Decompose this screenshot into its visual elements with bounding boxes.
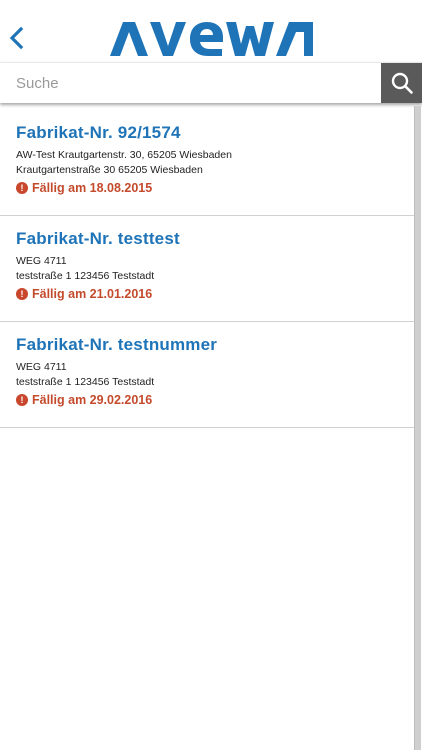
- item-due-text: Fällig am 18.08.2015: [32, 181, 153, 195]
- alert-icon: !: [16, 394, 28, 406]
- list-item[interactable]: Fabrikat-Nr. testnummer WEG 4711 teststr…: [0, 322, 414, 428]
- chevron-left-icon: [9, 26, 24, 50]
- item-due-text: Fällig am 21.01.2016: [32, 287, 153, 301]
- item-address-line-2: teststraße 1 123456 Teststadt: [16, 376, 155, 388]
- item-address-line-1: WEG 4711: [16, 361, 67, 373]
- item-address-line-1: WEG 4711: [16, 255, 67, 267]
- search-button[interactable]: [381, 63, 422, 103]
- item-title: Fabrikat-Nr. 92/1574: [16, 123, 181, 142]
- list-item[interactable]: Fabrikat-Nr. testtest WEG 4711 teststraß…: [0, 216, 414, 322]
- search-input[interactable]: [0, 63, 380, 103]
- alert-icon: !: [16, 288, 28, 300]
- item-due-row: ! Fällig am 29.02.2016: [16, 393, 414, 407]
- item-due-text: Fällig am 29.02.2016: [32, 393, 153, 407]
- avewa-logo: [110, 22, 313, 56]
- header: [0, 0, 422, 62]
- search-bar: [0, 62, 422, 103]
- item-address-line-1: AW-Test Krautgartenstr. 30, 65205 Wiesba…: [16, 149, 232, 161]
- alert-icon: !: [16, 182, 28, 194]
- item-title: Fabrikat-Nr. testtest: [16, 229, 180, 248]
- item-due-row: ! Fällig am 21.01.2016: [16, 287, 414, 301]
- list-item[interactable]: Fabrikat-Nr. 92/1574 AW-Test Krautgarten…: [0, 110, 414, 216]
- scrollbar[interactable]: [414, 106, 421, 750]
- item-title: Fabrikat-Nr. testnummer: [16, 335, 218, 354]
- item-address-line-2: Krautgartenstraße 30 65205 Wiesbaden: [16, 164, 203, 176]
- item-due-row: ! Fällig am 18.08.2015: [16, 181, 414, 195]
- app-root: Fabrikat-Nr. 92/1574 AW-Test Krautgarten…: [0, 0, 422, 750]
- back-button[interactable]: [6, 24, 28, 52]
- item-list: Fabrikat-Nr. 92/1574 AW-Test Krautgarten…: [0, 110, 414, 428]
- search-icon: [391, 72, 413, 94]
- item-address-line-2: teststraße 1 123456 Teststadt: [16, 270, 155, 282]
